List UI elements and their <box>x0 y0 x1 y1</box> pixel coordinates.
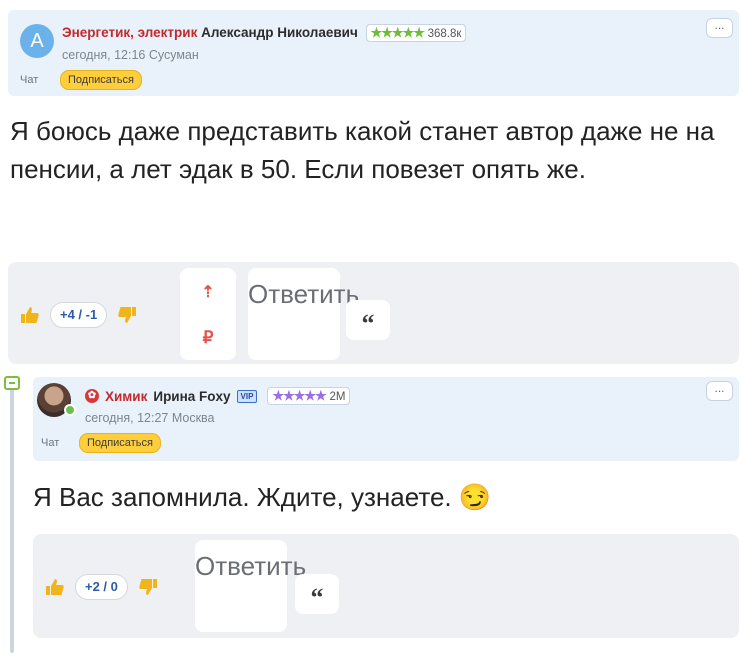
author-name[interactable]: Ирина Foxy <box>153 389 230 404</box>
comment-1-header: A Энергетик, электрик Александр Николаев… <box>8 10 739 96</box>
rating-count: 2М <box>329 391 346 403</box>
rating-count: 368.8к <box>427 28 462 40</box>
chat-link[interactable]: Чат <box>41 437 59 449</box>
rating-stars-icon: ★★★★★ <box>272 388 326 403</box>
more-options-button[interactable]: ... <box>706 381 733 401</box>
donate-button[interactable]: ⇡ ₽ <box>180 268 236 360</box>
author-line: Энергетик, электрик Александр Николаевич… <box>62 24 467 42</box>
rating-badge: ★★★★★ 2М <box>267 387 351 405</box>
comment-text: Я боюсь даже представить какой станет ав… <box>10 116 715 184</box>
more-options-button[interactable]: ... <box>706 18 733 38</box>
profession-icon: ✿ <box>85 389 99 403</box>
author-profession[interactable]: Энергетик, электрик <box>62 25 197 40</box>
arrow-up-icon: ⇡ <box>201 284 215 301</box>
comment-text: Я Вас запомнила. Ждите, узнаете. 😏 <box>33 478 733 516</box>
ruble-icon: ₽ <box>202 328 214 347</box>
dislike-icon[interactable] <box>117 306 137 324</box>
reply-button[interactable]: Ответить <box>248 268 359 360</box>
vote-group: +2 / 0 <box>45 574 158 600</box>
vote-score: +2 / 0 <box>75 574 128 600</box>
chat-link[interactable]: Чат <box>20 74 38 86</box>
quote-button[interactable]: “ <box>295 574 339 614</box>
subscribe-button[interactable]: Подписаться <box>60 70 142 90</box>
comment-text-content: Я Вас запомнила. Ждите, узнаете. <box>33 482 452 512</box>
smirk-emoji-icon: 😏 <box>458 482 492 512</box>
comment-meta: сегодня, 12:27 Москва <box>85 411 215 425</box>
like-icon[interactable] <box>20 306 40 324</box>
reply-button[interactable]: Ответить <box>195 540 306 632</box>
vote-score: +4 / -1 <box>50 302 108 328</box>
author-name[interactable]: Александр Николаевич <box>201 25 358 40</box>
author-line: ✿ Химик Ирина Foxy VIP ★★★★★ 2М <box>85 387 351 405</box>
thread-line <box>10 383 14 653</box>
vip-badge: VIP <box>236 389 258 403</box>
dislike-icon[interactable] <box>138 578 158 596</box>
collapse-thread-icon[interactable] <box>4 376 20 390</box>
comment-meta: сегодня, 12:16 Сусуман <box>62 48 199 62</box>
subscribe-button[interactable]: Подписаться <box>79 433 161 453</box>
comment-actions: +2 / 0 Ответить “ <box>33 534 739 638</box>
rating-badge: ★★★★★ 368.8к <box>365 24 467 42</box>
online-status-icon <box>64 404 76 416</box>
rating-stars-icon: ★★★★★ <box>370 25 425 40</box>
quote-button[interactable]: “ <box>346 300 390 340</box>
like-icon[interactable] <box>45 578 65 596</box>
vote-group: +4 / -1 <box>20 302 137 328</box>
comment-2-header: ✿ Химик Ирина Foxy VIP ★★★★★ 2М сегодня,… <box>33 377 739 461</box>
avatar[interactable]: A <box>20 24 54 58</box>
author-profession[interactable]: Химик <box>105 389 147 404</box>
comment-actions: +4 / -1 ⇡ ₽ Ответить “ <box>8 262 739 364</box>
